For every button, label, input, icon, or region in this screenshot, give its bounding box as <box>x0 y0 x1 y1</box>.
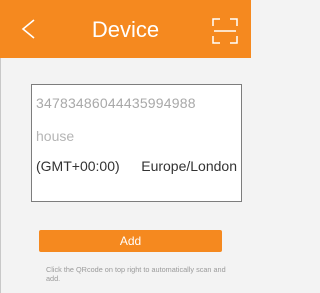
qr-scan-button[interactable] <box>212 18 238 44</box>
timezone-selector[interactable]: (GMT+00:00) Europe/London <box>36 158 237 180</box>
add-button[interactable]: Add <box>39 230 222 252</box>
device-name-field[interactable]: house <box>36 128 74 144</box>
device-id-field[interactable]: 34783486044435994988 <box>36 95 196 111</box>
qr-scan-icon <box>212 18 238 44</box>
scan-hint-text: Click the QRcode on top right to automat… <box>46 265 226 283</box>
left-border <box>0 58 1 293</box>
app-header: Device <box>0 0 251 58</box>
timezone-offset: (GMT+00:00) <box>36 158 120 174</box>
timezone-city: Europe/London <box>141 158 237 174</box>
device-form: 34783486044435994988 house (GMT+00:00) E… <box>31 84 242 202</box>
